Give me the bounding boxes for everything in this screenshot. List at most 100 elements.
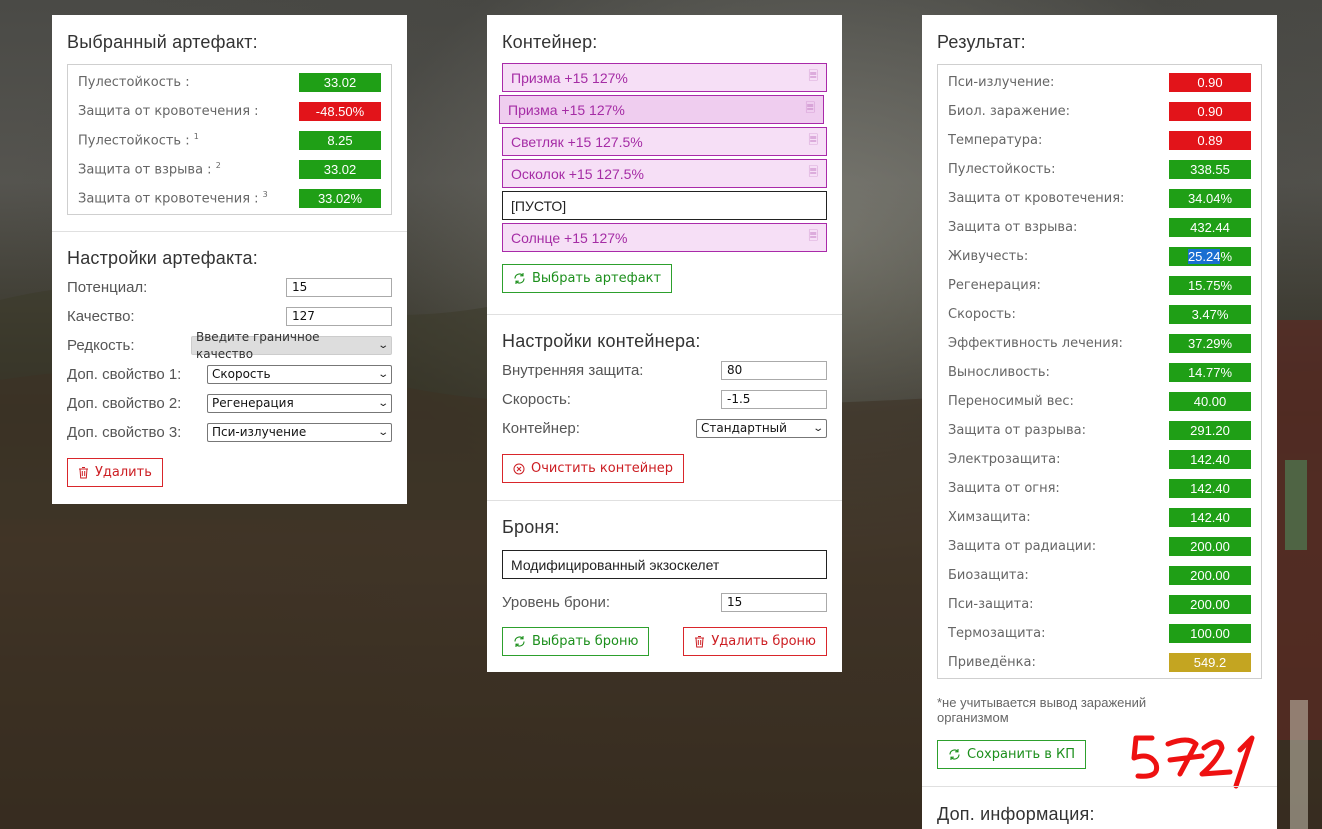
container-panel: Контейнер: Призма +15 127% 🗏 Призма +15 …: [487, 15, 842, 672]
trash-icon: [695, 636, 705, 648]
artifact-panel: Выбранный артефакт: Пулестойкость : 33.0…: [52, 15, 407, 504]
container-slot-1[interactable]: Призма +15 127% 🗏: [502, 63, 827, 92]
result-row: Химзащита: 142.40: [938, 503, 1261, 532]
armor-name-field[interactable]: Модифицированный экзоскелет: [502, 550, 827, 579]
result-label: Электрозащита:: [948, 452, 1061, 467]
document-icon[interactable]: 🗏: [808, 163, 818, 184]
extra3-row: Доп. свойство 3: Пси-излучение ⌄: [67, 418, 392, 447]
result-value: 338.55: [1169, 160, 1251, 179]
selected-artifact-title: Выбранный артефакт:: [67, 32, 258, 52]
result-value: 0.90: [1169, 73, 1251, 92]
refresh-icon: [514, 273, 525, 284]
stat-label: Защита от кровотечения :: [78, 104, 259, 119]
container-type-row: Контейнер: Стандартный ⌄: [502, 414, 827, 443]
choose-artifact-button[interactable]: Выбрать артефакт: [502, 264, 673, 293]
result-row: Защита от радиации: 200.00: [938, 532, 1261, 561]
result-label: Переносимый вес:: [948, 394, 1074, 409]
container-slot-4[interactable]: Осколок +15 127.5% 🗏: [502, 159, 827, 188]
container-settings-title: Настройки контейнера:: [502, 331, 701, 351]
document-icon[interactable]: 🗏: [808, 67, 818, 88]
result-label: Термозащита:: [948, 626, 1046, 641]
inner-protection-input[interactable]: 80: [721, 361, 827, 380]
result-label: Биол. заражение:: [948, 104, 1071, 119]
result-row: Пси-излучение: 0.90: [938, 68, 1261, 97]
container-slot-5[interactable]: [ПУСТО]: [502, 191, 827, 220]
document-icon[interactable]: 🗏: [808, 227, 818, 248]
container-type-select[interactable]: Стандартный ⌄: [696, 419, 827, 438]
inner-protection-row: Внутренняя защита: 80: [502, 356, 827, 385]
result-row: Температура: 0.89: [938, 126, 1261, 155]
result-row: Защита от взрыва: 432.44: [938, 213, 1261, 242]
result-row: Эффективность лечения: 37.29%: [938, 329, 1261, 358]
result-label: Выносливость:: [948, 365, 1050, 380]
extra1-row: Доп. свойство 1: Скорость ⌄: [67, 360, 392, 389]
result-row: Приведёнка: 549.2: [938, 648, 1261, 677]
armor-name: Модифицированный экзоскелет: [511, 556, 720, 573]
trash-icon: [79, 467, 88, 479]
footnote-mark: 1: [193, 132, 199, 142]
result-row: Защита от разрыва: 291.20: [938, 416, 1261, 445]
extra1-label: Доп. свойство 1:: [67, 366, 182, 383]
extra3-label: Доп. свойство 3:: [67, 424, 182, 441]
refresh-icon: [514, 636, 525, 647]
extra2-label: Доп. свойство 2:: [67, 395, 182, 412]
result-label: Пси-излучение:: [948, 75, 1055, 90]
extra2-select[interactable]: Регенерация ⌄: [207, 394, 392, 413]
clear-container-button[interactable]: Очистить контейнер: [502, 454, 684, 483]
quality-row: Качество: 127: [67, 302, 392, 331]
speed-input[interactable]: -1.5: [721, 390, 827, 409]
stat-label: Пулестойкость : 1: [78, 132, 199, 149]
delete-armor-button[interactable]: Удалить броню: [683, 627, 827, 656]
result-value: 0.89: [1169, 131, 1251, 150]
document-icon[interactable]: 🗏: [805, 99, 815, 120]
stat-value: 33.02%: [299, 189, 381, 208]
result-label: Химзащита:: [948, 510, 1031, 525]
result-value: 549.2: [1169, 653, 1251, 672]
selected-artifact-stats: Пулестойкость : 33.02 Защита от кровотеч…: [67, 64, 392, 215]
extra3-select[interactable]: Пси-излучение ⌄: [207, 423, 392, 442]
quality-input[interactable]: 127: [286, 307, 392, 326]
result-label: Пси-защита:: [948, 597, 1034, 612]
rarity-row: Редкость: Введите граничное качество ⌄: [67, 330, 392, 361]
container-slot-3[interactable]: Светляк +15 127.5% 🗏: [502, 127, 827, 156]
result-value: 40.00: [1169, 392, 1251, 411]
stat-row: Защита от взрыва : 2 33.02: [68, 155, 391, 184]
potential-label: Потенциал:: [67, 279, 148, 296]
slot-label: Светляк +15 127.5%: [511, 133, 643, 150]
stat-row: Пулестойкость : 1 8.25: [68, 126, 391, 155]
clear-container-label: Очистить контейнер: [531, 461, 673, 476]
container-slot-2[interactable]: Призма +15 127% 🗏: [499, 95, 824, 124]
result-value: 37.29%: [1169, 334, 1251, 353]
save-to-kp-button[interactable]: Сохранить в КП: [937, 740, 1087, 769]
container-slot-6[interactable]: Солнце +15 127% 🗏: [502, 223, 827, 252]
result-value: 432.44: [1169, 218, 1251, 237]
rarity-label: Редкость:: [67, 337, 135, 354]
stat-value: 33.02: [299, 160, 381, 179]
rarity-select[interactable]: Введите граничное качество ⌄: [191, 330, 392, 361]
stat-label: Защита от взрыва : 2: [78, 161, 221, 178]
result-value: 142.40: [1169, 450, 1251, 469]
stat-row: Защита от кровотечения : -48.50%: [68, 97, 391, 126]
extra-info-title: Доп. информация:: [937, 804, 1095, 824]
result-stats: Пси-излучение: 0.90 Биол. заражение: 0.90 Те…: [937, 64, 1262, 679]
slot-label: Осколок +15 127.5%: [511, 165, 644, 182]
result-label: Защита от огня:: [948, 481, 1060, 496]
result-label: Живучесть:: [948, 249, 1029, 264]
result-value: 34.04%: [1169, 189, 1251, 208]
chevron-down-icon: ⌄: [376, 369, 389, 380]
slot-label: [ПУСТО]: [511, 197, 567, 214]
result-row: Электрозащита: 142.40: [938, 445, 1261, 474]
extra1-select[interactable]: Скорость ⌄: [207, 365, 392, 384]
choose-armor-button[interactable]: Выбрать броню: [502, 627, 650, 656]
result-value: 291.20: [1169, 421, 1251, 440]
result-row: Биол. заражение: 0.90: [938, 97, 1261, 126]
stat-row: Пулестойкость : 33.02: [68, 68, 391, 97]
chevron-down-icon: ⌄: [811, 423, 824, 434]
document-icon[interactable]: 🗏: [808, 131, 818, 152]
result-row: Термозащита: 100.00: [938, 619, 1261, 648]
result-label: Приведёнка:: [948, 655, 1036, 670]
potential-input[interactable]: 15: [286, 278, 392, 297]
delete-armor-label: Удалить броню: [711, 634, 816, 649]
delete-artifact-button[interactable]: Удалить: [67, 458, 163, 487]
armor-level-input[interactable]: 15: [721, 593, 827, 612]
